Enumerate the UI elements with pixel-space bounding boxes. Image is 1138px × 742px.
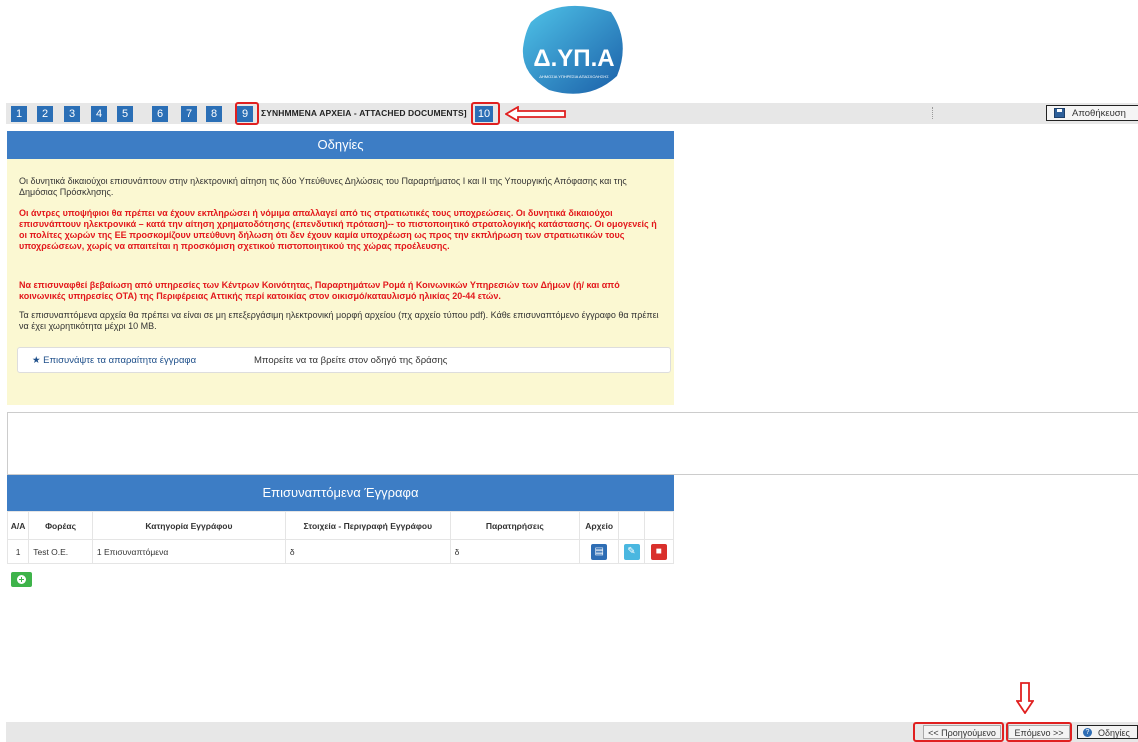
attach-documents-note: Μπορείτε να τα βρείτε στον οδηγό της δρά… bbox=[254, 355, 448, 366]
tab-3[interactable]: 3 bbox=[64, 106, 80, 122]
cell-foreas: Test O.E. bbox=[28, 539, 93, 564]
add-document-button[interactable] bbox=[11, 572, 32, 587]
col-aa: Α/Α bbox=[6, 511, 30, 540]
instructions-paragraph-2: Οι άντρες υποψήφιοι θα πρέπει να έχουν ε… bbox=[19, 208, 657, 251]
cell-edit: ✎ bbox=[618, 539, 645, 564]
cell-aa: 1 bbox=[6, 539, 30, 564]
annotation-arrow-left-icon bbox=[505, 106, 566, 122]
attach-documents-link[interactable]: ★ Επισυνάψτε τα απαραίτητα έγγραφα bbox=[32, 355, 196, 366]
logo-subtext: ΔΗΜΟΣΙΑ ΥΠΗΡΕΣΙΑ ΑΠΑΣΧΟΛΗΣΗΣ bbox=[539, 74, 609, 79]
col-edit bbox=[618, 511, 645, 540]
tab-7[interactable]: 7 bbox=[181, 106, 197, 122]
cell-file: ▤ bbox=[578, 539, 620, 564]
documents-table: Α/Α Φορέας Κατηγορία Εγγράφου Στοιχεία -… bbox=[6, 511, 675, 564]
instructions-paragraph-4: Τα επισυναπτόμενα αρχεία θα πρέπει να εί… bbox=[19, 310, 659, 331]
save-label: Αποθήκευση bbox=[1072, 108, 1126, 119]
tab-6[interactable]: 6 bbox=[152, 106, 168, 122]
tab-5[interactable]: 5 bbox=[117, 106, 133, 122]
annotation-box-tab-10 bbox=[471, 102, 500, 125]
annotation-box-previous bbox=[913, 722, 1004, 742]
annotation-box-tab-9 bbox=[235, 102, 259, 125]
col-description: Στοιχεία - Περιγραφή Εγγράφου bbox=[284, 511, 451, 540]
floppy-disk-icon bbox=[1054, 108, 1065, 118]
annotation-box-next bbox=[1006, 722, 1072, 742]
tab-8[interactable]: 8 bbox=[206, 106, 222, 122]
tab-4[interactable]: 4 bbox=[91, 106, 107, 122]
dypa-logo: Δ.ΥΠ.Α ΔΗΜΟΣΙΑ ΥΠΗΡΕΣΙΑ ΑΠΑΣΧΟΛΗΣΗΣ bbox=[522, 5, 623, 94]
edit-icon[interactable]: ✎ bbox=[623, 543, 640, 560]
tabbar-divider bbox=[932, 107, 934, 119]
instructions-paragraph-3: Να επισυναφθεί βεβαίωση από υπηρεσίες τω… bbox=[19, 280, 620, 301]
tab-2[interactable]: 2 bbox=[37, 106, 53, 122]
cell-category: 1 Επισυναπτόμενα bbox=[91, 539, 286, 564]
active-tab-label: ΣΥΝΗΜΜΕΝΑ ΑΡΧΕΙΑ - ATTACHED DOCUMENTS] bbox=[261, 108, 467, 118]
cell-notes: δ bbox=[449, 539, 580, 564]
help-icon: ? bbox=[1083, 728, 1092, 737]
empty-content-box bbox=[7, 412, 1138, 475]
instructions-title: Οδηγίες bbox=[7, 131, 674, 159]
col-file: Αρχείο bbox=[578, 511, 620, 540]
delete-icon[interactable]: ■ bbox=[650, 543, 667, 560]
col-category: Κατηγορία Εγγράφου bbox=[91, 511, 286, 540]
table-row: 1 Test O.E. 1 Επισυναπτόμενα δ δ ▤ ✎ ■ bbox=[6, 539, 675, 564]
col-notes: Παρατηρήσεις bbox=[449, 511, 580, 540]
annotation-arrow-down-icon bbox=[1016, 682, 1034, 714]
save-button[interactable]: Αποθήκευση bbox=[1046, 105, 1138, 121]
logo-text: Δ.ΥΠ.Α bbox=[533, 45, 614, 72]
cell-description: δ bbox=[284, 539, 451, 564]
instructions-panel: Οι δυνητικά δικαιούχοι επισυνάπτουν στην… bbox=[7, 159, 674, 405]
plus-circle-icon bbox=[17, 575, 26, 584]
instructions-paragraph-1: Οι δυνητικά δικαιούχοι επισυνάπτουν στην… bbox=[19, 176, 627, 197]
step-tab-bar: 1 2 3 4 5 6 7 8 9 ΣΥΝΗΜΜΕΝΑ ΑΡΧΕΙΑ - ATT… bbox=[6, 103, 1138, 124]
help-label: Οδηγίες bbox=[1098, 728, 1130, 738]
col-foreas: Φορέας bbox=[28, 511, 93, 540]
file-download-icon[interactable]: ▤ bbox=[591, 543, 608, 560]
tab-1[interactable]: 1 bbox=[11, 106, 27, 122]
cell-delete: ■ bbox=[643, 539, 675, 564]
attach-documents-box: ★ Επισυνάψτε τα απαραίτητα έγγραφα Μπορε… bbox=[17, 347, 671, 373]
help-button[interactable]: ? Οδηγίες bbox=[1077, 725, 1138, 739]
table-header-row: Α/Α Φορέας Κατηγορία Εγγράφου Στοιχεία -… bbox=[6, 511, 675, 540]
col-delete bbox=[643, 511, 675, 540]
documents-title: Επισυναπτόμενα Έγγραφα bbox=[7, 475, 674, 511]
